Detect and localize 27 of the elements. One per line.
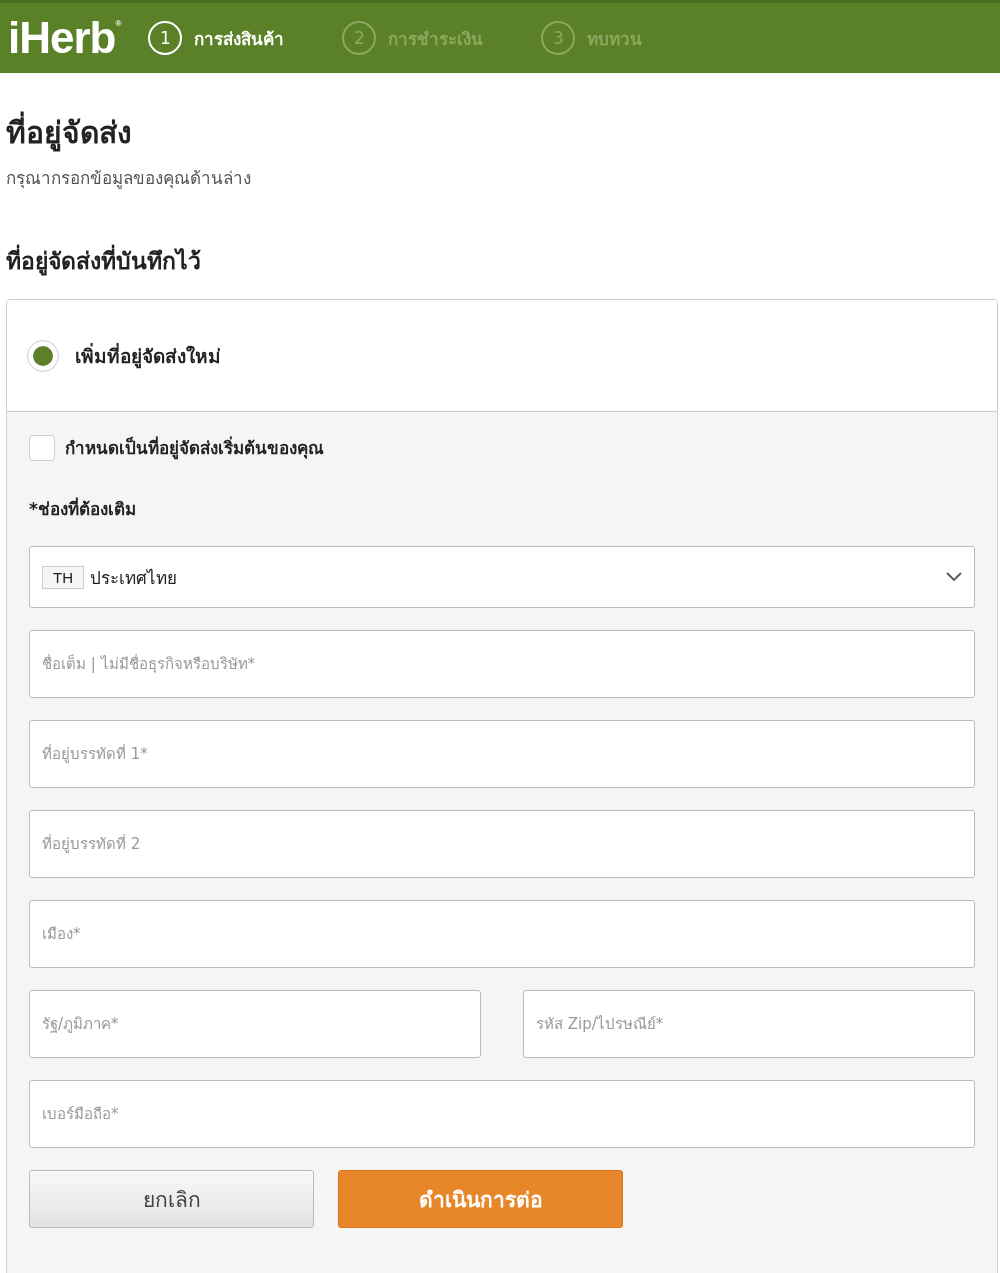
step-number: 3 [541, 21, 576, 55]
step-label: การส่งสินค้า [194, 27, 285, 51]
input-field[interactable]: รัฐ/ภูมิภาค* [29, 990, 481, 1058]
input-field[interactable]: เบอร์มือถือ* [29, 1080, 975, 1148]
chevron-down-icon [946, 572, 962, 582]
step-number: 1 [148, 21, 183, 55]
step-number: 2 [342, 21, 377, 55]
required-note: *ช่องที่ต้องเติม [29, 496, 137, 521]
input-field[interactable]: ที่อยู่บรรทัดที่ 1* [29, 720, 975, 788]
section-heading: ที่อยู่จัดส่งที่บันทึกไว้ [6, 243, 994, 279]
cancel-button[interactable]: ยกเลิก [29, 1170, 314, 1228]
country-value: ประเทศไทย [90, 566, 178, 590]
step-label: การชำระเงิน [388, 27, 484, 51]
input-field[interactable]: เมือง* [29, 900, 975, 968]
logo[interactable]: iHerb$^{®}$ [8, 13, 121, 63]
page-subtitle: กรุณากรอกข้อมูลของคุณด้านล่าง [6, 167, 252, 191]
country-select[interactable]: TH ประเทศไทย [29, 546, 975, 608]
step-label: ทบทวน [587, 27, 643, 51]
radio-button[interactable] [27, 339, 59, 372]
page-title: ที่อยู่จัดส่ง [6, 109, 994, 156]
checkbox-label: กำหนดเป็นที่อยู่จัดส่งเริ่มต้นของคุณ [65, 435, 324, 461]
checkbox[interactable] [29, 434, 55, 461]
input-field[interactable]: ที่อยู่บรรทัดที่ 2 [29, 810, 975, 878]
input-field[interactable]: รหัส Zip/ไปรษณีย์* [523, 990, 975, 1058]
input-field[interactable]: ชื่อเต็ม | ไม่มีชื่อธุรกิจหรือบริษัท* [29, 630, 975, 698]
radio-label: เพิ่มที่อยู่จัดส่งใหม่ [75, 342, 221, 371]
country-code: TH [42, 565, 84, 589]
